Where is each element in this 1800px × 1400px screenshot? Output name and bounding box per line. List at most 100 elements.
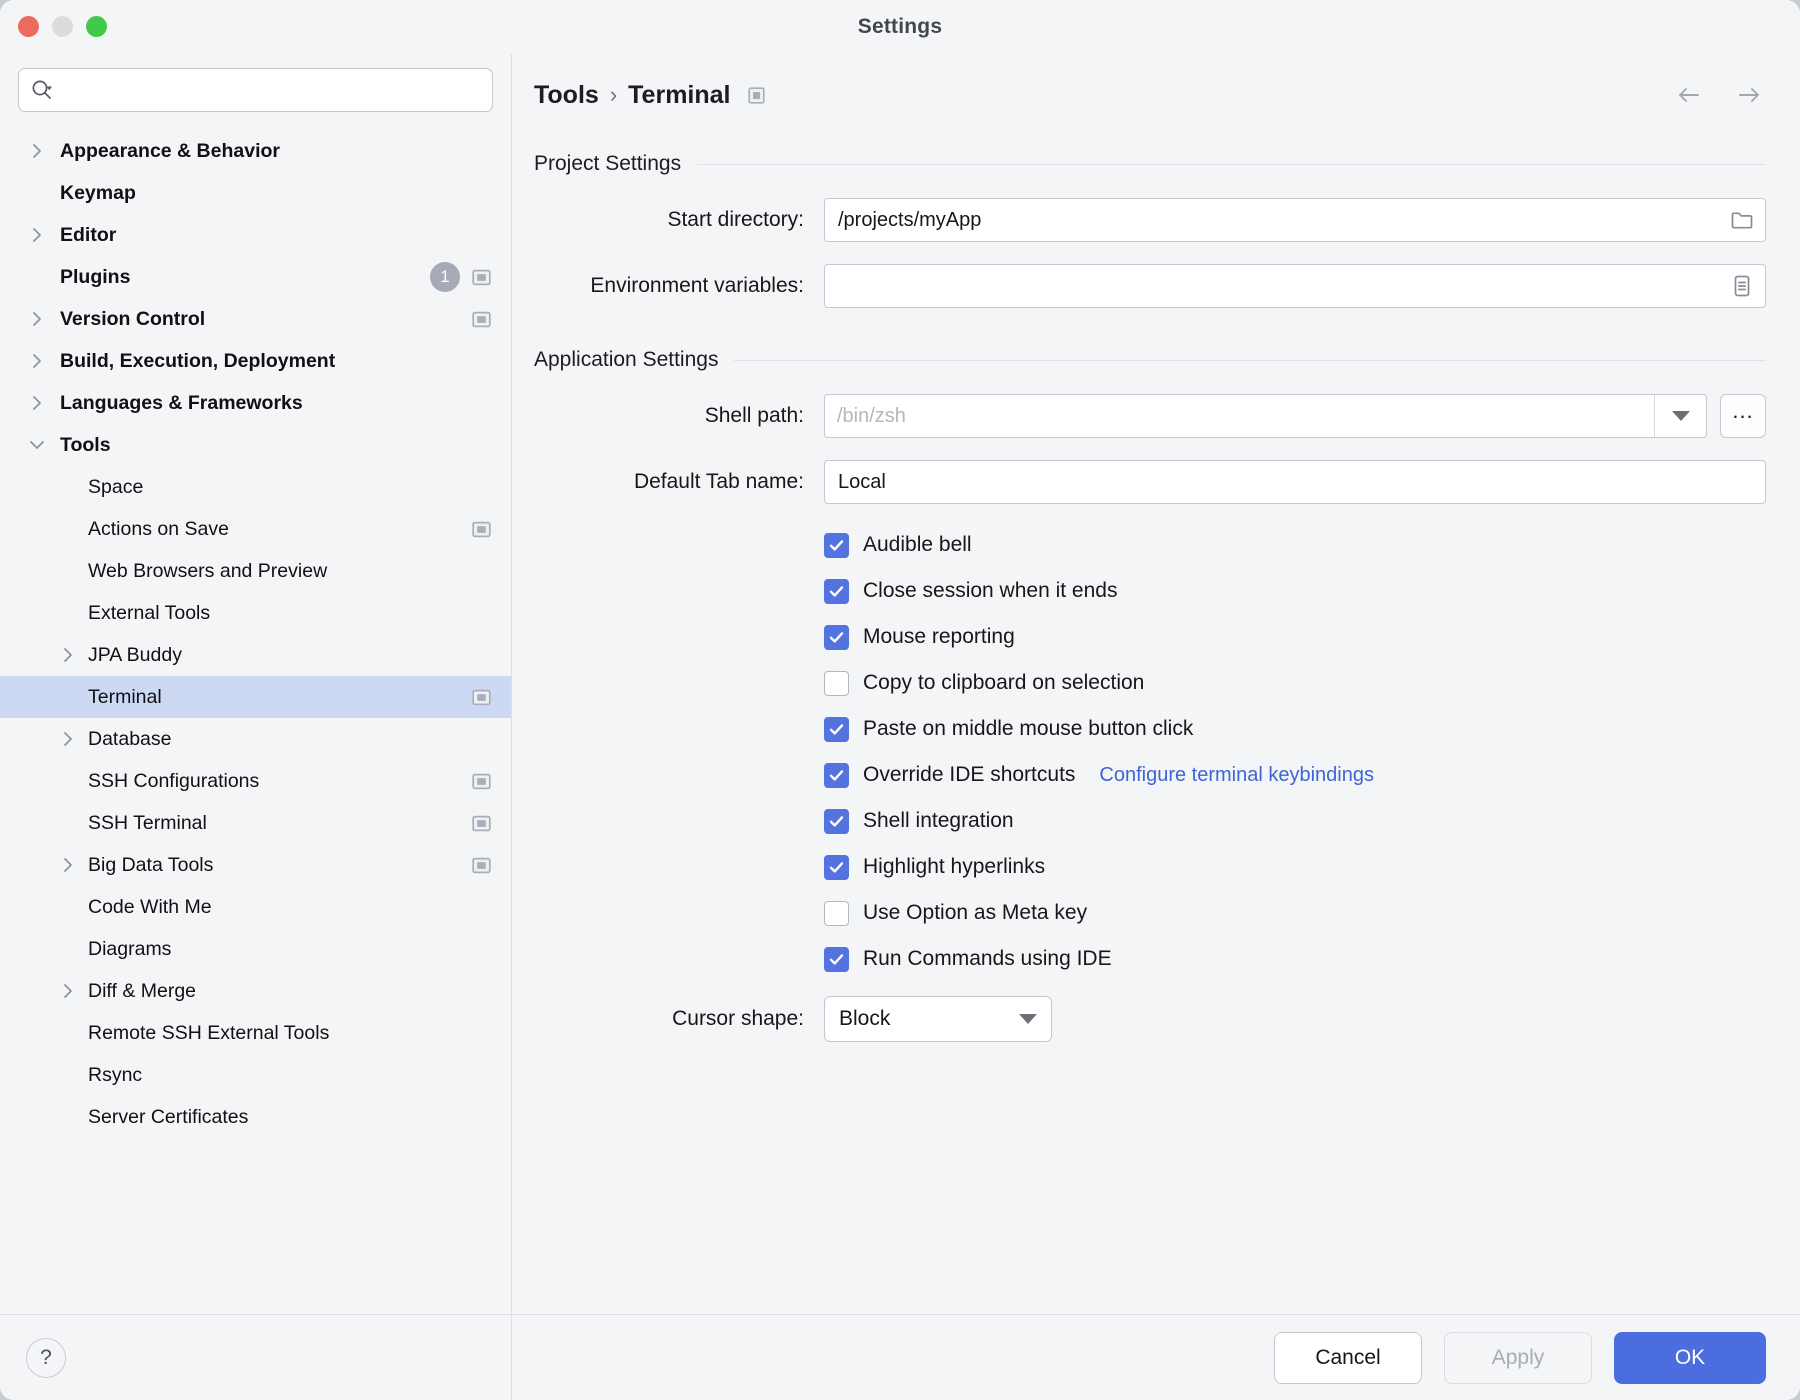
sidebar-item-label: Space [88,476,143,499]
sidebar-item-plugins[interactable]: Plugins1 [0,256,511,298]
shell-path-dropdown-arrow[interactable] [1654,395,1706,437]
window-body: Appearance & Behavior Keymap Editor Plugins… [0,54,1800,1400]
checkbox-row[interactable]: Override IDE shortcutsConfigure terminal… [824,752,1766,798]
sidebar-item-database[interactable]: Database [0,718,511,760]
default-tab-name-input[interactable] [838,471,1755,494]
checkbox-audible-bell[interactable] [824,533,849,558]
sidebar-item-label: Editor [60,224,116,247]
checkbox-label: Copy to clipboard on selection [863,671,1144,695]
sidebar-item-web-browsers-and-preview[interactable]: Web Browsers and Preview [0,550,511,592]
breadcrumb-current: Terminal [628,81,730,110]
checkbox-run-commands-using-ide[interactable] [824,947,849,972]
checkbox-paste-on-middle-mouse-button-click[interactable] [824,717,849,742]
checkbox-row[interactable]: Run Commands using IDE [824,936,1766,982]
project-scope-icon [472,268,491,287]
zoom-window-button[interactable] [86,16,107,37]
forward-arrow-icon[interactable] [1732,78,1766,112]
environment-variables-field[interactable] [824,264,1766,308]
sidebar-item-label: Appearance & Behavior [60,140,280,163]
ok-button[interactable]: OK [1614,1332,1766,1384]
chevron-right-icon[interactable] [58,645,78,665]
sidebar-item-label: Web Browsers and Preview [88,560,327,583]
chevron-right-icon[interactable] [27,351,47,371]
chevron-right-icon[interactable] [27,225,47,245]
checkbox-highlight-hyperlinks[interactable] [824,855,849,880]
sidebar-item-ssh-configurations[interactable]: SSH Configurations [0,760,511,802]
help-button[interactable]: ? [26,1338,66,1378]
chevron-right-icon[interactable] [27,141,47,161]
sidebar-item-label: Keymap [60,182,136,205]
sidebar-item-label: Diff & Merge [88,980,196,1003]
sidebar-item-code-with-me[interactable]: Code With Me [0,886,511,928]
checkbox-row[interactable]: Highlight hyperlinks [824,844,1766,890]
close-window-button[interactable] [18,16,39,37]
sidebar-item-indicators [472,814,491,833]
sidebar-item-terminal[interactable]: Terminal [0,676,511,718]
sidebar-item-big-data-tools[interactable]: Big Data Tools [0,844,511,886]
checkbox-shell-integration[interactable] [824,809,849,834]
chevron-right-icon[interactable] [27,393,47,413]
sidebar-item-label: Terminal [88,686,162,709]
sidebar-item-build-execution-deployment[interactable]: Build, Execution, Deployment [0,340,511,382]
cursor-shape-value: Block [839,1007,890,1031]
checkbox-row[interactable]: Copy to clipboard on selection [824,660,1766,706]
checkbox-mouse-reporting[interactable] [824,625,849,650]
search-input[interactable] [59,80,482,100]
sidebar-item-appearance-behavior[interactable]: Appearance & Behavior [0,130,511,172]
section-divider [734,360,1766,361]
chevron-right-icon[interactable] [58,729,78,749]
checkbox-row[interactable]: Mouse reporting [824,614,1766,660]
chevron-down-icon [1019,1014,1037,1024]
sidebar-item-actions-on-save[interactable]: Actions on Save [0,508,511,550]
checkbox-use-option-as-meta-key[interactable] [824,901,849,926]
sidebar-item-keymap[interactable]: Keymap [0,172,511,214]
sidebar-item-space[interactable]: Space [0,466,511,508]
chevron-right-icon[interactable] [58,981,78,1001]
sidebar-item-external-tools[interactable]: External Tools [0,592,511,634]
sidebar-item-diagrams[interactable]: Diagrams [0,928,511,970]
shell-path-input[interactable] [825,405,1654,428]
checkbox-label: Highlight hyperlinks [863,855,1045,879]
project-scope-icon [472,688,491,707]
shell-path-combo[interactable] [824,394,1707,438]
checkbox-override-ide-shortcuts[interactable] [824,763,849,788]
sidebar-item-ssh-terminal[interactable]: SSH Terminal [0,802,511,844]
chevron-right-icon[interactable] [58,855,78,875]
default-tab-name-field[interactable] [824,460,1766,504]
sidebar-item-remote-ssh-external-tools[interactable]: Remote SSH External Tools [0,1012,511,1054]
sidebar-item-rsync[interactable]: Rsync [0,1054,511,1096]
apply-button[interactable]: Apply [1444,1332,1592,1384]
start-directory-input[interactable] [838,209,1729,232]
chevron-down-icon [1672,411,1690,421]
sidebar-item-diff-merge[interactable]: Diff & Merge [0,970,511,1012]
cursor-shape-select[interactable]: Block [824,996,1052,1042]
minimize-window-button[interactable] [52,16,73,37]
sidebar-item-label: Diagrams [88,938,171,961]
folder-icon[interactable] [1729,207,1755,233]
search-box[interactable] [18,68,493,112]
checkbox-row[interactable]: Audible bell [824,522,1766,568]
checkbox-copy-to-clipboard-on-selection[interactable] [824,671,849,696]
checkbox-row[interactable]: Paste on middle mouse button click [824,706,1766,752]
checkbox-row[interactable]: Use Option as Meta key [824,890,1766,936]
chevron-down-icon[interactable] [27,435,47,455]
checkbox-close-session-when-it-ends[interactable] [824,579,849,604]
shell-path-browse-button[interactable]: ... [1720,394,1766,438]
configure-terminal-keybindings-link[interactable]: Configure terminal keybindings [1099,764,1374,787]
checkbox-label: Close session when it ends [863,579,1117,603]
checkbox-row[interactable]: Close session when it ends [824,568,1766,614]
sidebar-item-tools[interactable]: Tools [0,424,511,466]
sidebar-item-server-certificates[interactable]: Server Certificates [0,1096,511,1138]
sidebar-item-jpa-buddy[interactable]: JPA Buddy [0,634,511,676]
breadcrumb-parent[interactable]: Tools [534,81,599,110]
environment-variables-input[interactable] [838,275,1729,298]
cancel-button[interactable]: Cancel [1274,1332,1422,1384]
list-icon[interactable] [1729,273,1755,299]
start-directory-field[interactable] [824,198,1766,242]
sidebar-item-version-control[interactable]: Version Control [0,298,511,340]
sidebar-item-editor[interactable]: Editor [0,214,511,256]
back-arrow-icon[interactable] [1672,78,1706,112]
sidebar-item-languages-frameworks[interactable]: Languages & Frameworks [0,382,511,424]
checkbox-row[interactable]: Shell integration [824,798,1766,844]
chevron-right-icon[interactable] [27,309,47,329]
